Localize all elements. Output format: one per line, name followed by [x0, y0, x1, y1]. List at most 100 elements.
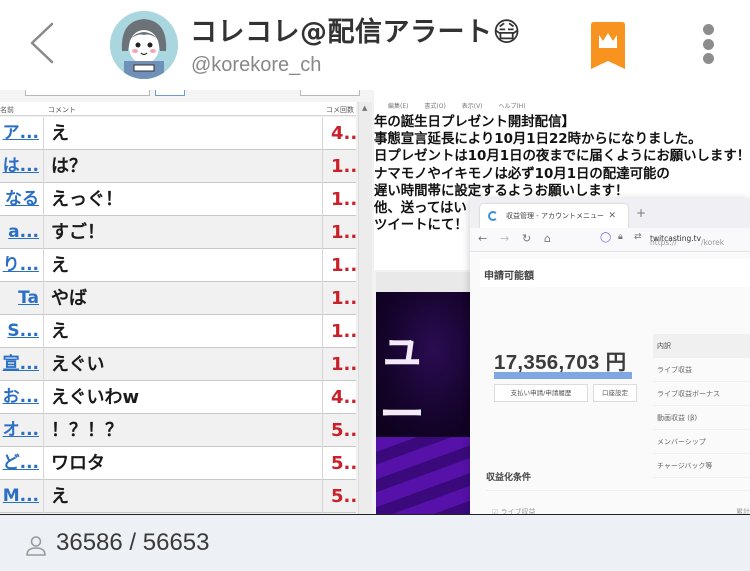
person-icon [26, 536, 46, 556]
breakdown-item: ライブ収益ボーナス [653, 382, 750, 406]
new-tab-button[interactable]: + [636, 206, 646, 220]
video-toolbar [376, 272, 472, 292]
home-icon[interactable]: ⌂ [544, 232, 551, 245]
comment-count: 4.. [322, 381, 357, 414]
dot-icon [702, 24, 714, 35]
comment-row[interactable]: a... すご！ 1.. [0, 216, 357, 249]
url-scheme: https:// [650, 238, 677, 247]
menu-edit[interactable]: 編集(E) [388, 103, 408, 110]
forward-arrow-icon[interactable]: → [500, 232, 509, 245]
monetization-conditions-title: 収益化条件 [486, 473, 532, 483]
comment-scrollbar[interactable]: ▲ [358, 102, 372, 514]
video-preview: ュー [376, 272, 472, 514]
comment-row[interactable]: り... え 1.. [0, 249, 357, 282]
comment-row[interactable]: ど... ワロタ 5.. [0, 447, 357, 480]
browser-tab[interactable]: 収益管理 - アカウントメニュー ✕ [480, 204, 628, 228]
toolbar-dropdown[interactable] [300, 90, 360, 96]
dot-icon [702, 38, 714, 50]
available-amount-value: 17,356,703 円 [494, 351, 627, 374]
reload-icon[interactable]: ↻ [522, 232, 531, 245]
commenter-name-link[interactable]: お... [0, 381, 44, 414]
comment-row[interactable]: なる えっぐ！ 1.. [0, 183, 357, 216]
stream-screen[interactable]: 名前 コメント コメ回数 ア... え 4.. は... は？ 1.. なる えっぐ！ 1.. a… [0, 90, 750, 514]
menu-format[interactable]: 書式(O) [424, 103, 445, 110]
payment-request-button[interactable]: 支払い申請/申請履歴 [494, 384, 588, 402]
comment-count: 1.. [322, 282, 357, 315]
comment-row[interactable]: お... えぐいわw 4.. [0, 381, 357, 414]
commenter-name-link[interactable]: ど... [0, 447, 44, 480]
comment-count: 1.. [322, 315, 357, 348]
comment-text: ワロタ [51, 453, 105, 474]
tab-title: 収益管理 - アカウントメニュー [506, 212, 604, 220]
available-amount-card: 申請可能額 [480, 259, 750, 287]
channel-avatar[interactable] [110, 11, 178, 79]
comment-text: え [51, 321, 69, 342]
commenter-name-link[interactable]: り... [0, 249, 44, 282]
commenter-name-link[interactable]: ア... [0, 117, 44, 150]
permissions-icon[interactable]: ⇄ [634, 232, 642, 242]
comment-count: 4.. [322, 117, 357, 150]
more-options-button[interactable] [698, 24, 718, 68]
comment-text: え [51, 123, 69, 144]
comment-count: 1.. [322, 216, 357, 249]
comment-row[interactable]: ア... え 4.. [0, 117, 357, 150]
commenter-name-link[interactable]: S... [0, 315, 44, 348]
menu-view[interactable]: 表示(V) [462, 103, 483, 110]
comment-text: は？ [51, 156, 87, 177]
comment-row[interactable]: M... え 5.. [0, 480, 357, 513]
comment-text: えぐいわw [51, 387, 140, 408]
comment-count: 5.. [322, 447, 357, 480]
commenter-name-link[interactable]: a... [0, 216, 44, 249]
lock-icon[interactable]: 🔒︎ [618, 232, 623, 242]
column-count[interactable]: コメ回数 [326, 105, 354, 115]
back-arrow-icon[interactable]: ← [478, 232, 487, 245]
menu-help[interactable]: ヘルプ(H) [498, 103, 525, 110]
comment-count: 1.. [322, 249, 357, 282]
commenter-name-link[interactable]: なる [0, 183, 44, 216]
toolbar-button[interactable] [155, 90, 185, 96]
comment-text: ！？！？ [51, 420, 123, 441]
amount-progress-bar [494, 372, 632, 379]
comment-row[interactable]: 宣... えぐい 1.. [0, 348, 357, 381]
shield-icon[interactable]: ◯ [600, 232, 611, 243]
notepad-menu: 編集(E) 書式(O) 表示(V) ヘルプ(H) [374, 101, 750, 113]
crown-bookmark-button[interactable] [589, 21, 627, 71]
video-overlay-text: ュー [379, 321, 431, 441]
scroll-up-icon[interactable]: ▲ [362, 104, 367, 112]
toolbar-input[interactable] [25, 90, 150, 96]
comment-row[interactable]: オ... ！？！？ 5.. [0, 414, 357, 447]
commenter-name-link[interactable]: M... [0, 480, 44, 513]
app-header: コレコレ@配信アラート😷 @korekore_ch [0, 0, 750, 90]
comment-list: ア... え 4.. は... は？ 1.. なる えっぐ！ 1.. a... すご！ 1.. り...… [0, 117, 357, 513]
commenter-name-link[interactable]: Ta [0, 282, 44, 315]
comment-row[interactable]: Ta やば 1.. [0, 282, 357, 315]
condition-right-label: 累計 [736, 508, 750, 514]
viewer-footer: 36586 / 56653 [0, 514, 750, 571]
comment-count: 5.. [322, 414, 357, 447]
comment-row[interactable]: S... え 1.. [0, 315, 357, 348]
breakdown-item: チャージバック等 [653, 454, 750, 478]
comment-count: 1.. [322, 183, 357, 216]
commenter-name-link[interactable]: は... [0, 150, 44, 183]
comment-viewer-toolbar [0, 90, 372, 102]
bank-settings-button[interactable]: 口座設定 [593, 384, 637, 402]
column-name[interactable]: 名前 [0, 105, 14, 115]
comment-count: 1.. [322, 150, 357, 183]
back-button[interactable] [22, 18, 62, 68]
breakdown-item: 動画収益 (β) [653, 406, 750, 430]
mask-emoji-icon: 😷 [492, 17, 522, 48]
channel-title: コレコレ@配信アラート😷 [190, 10, 521, 49]
browser-navbar: ← → ↻ ⌂ ◯ 🔒︎ ⇄ https://twitcasting.tv/ko… [470, 228, 750, 252]
channel-name: コレコレ@配信アラート [190, 17, 493, 48]
comment-row[interactable]: は... は？ 1.. [0, 150, 357, 183]
viewer-count: 36586 / 56653 [56, 529, 210, 556]
comment-text: すご！ [51, 222, 105, 243]
address-bar[interactable]: https://twitcasting.tv/korek [650, 234, 724, 247]
commenter-name-link[interactable]: 宣... [0, 348, 44, 381]
comment-text: え [51, 486, 69, 507]
divider [486, 490, 750, 491]
commenter-name-link[interactable]: オ... [0, 414, 44, 447]
close-tab-icon[interactable]: ✕ [608, 204, 616, 228]
column-comment[interactable]: コメント [48, 105, 76, 115]
browser-window: 収益管理 - アカウントメニュー ✕ + ← → ↻ ⌂ ◯ 🔒︎ ⇄ http… [470, 198, 750, 514]
